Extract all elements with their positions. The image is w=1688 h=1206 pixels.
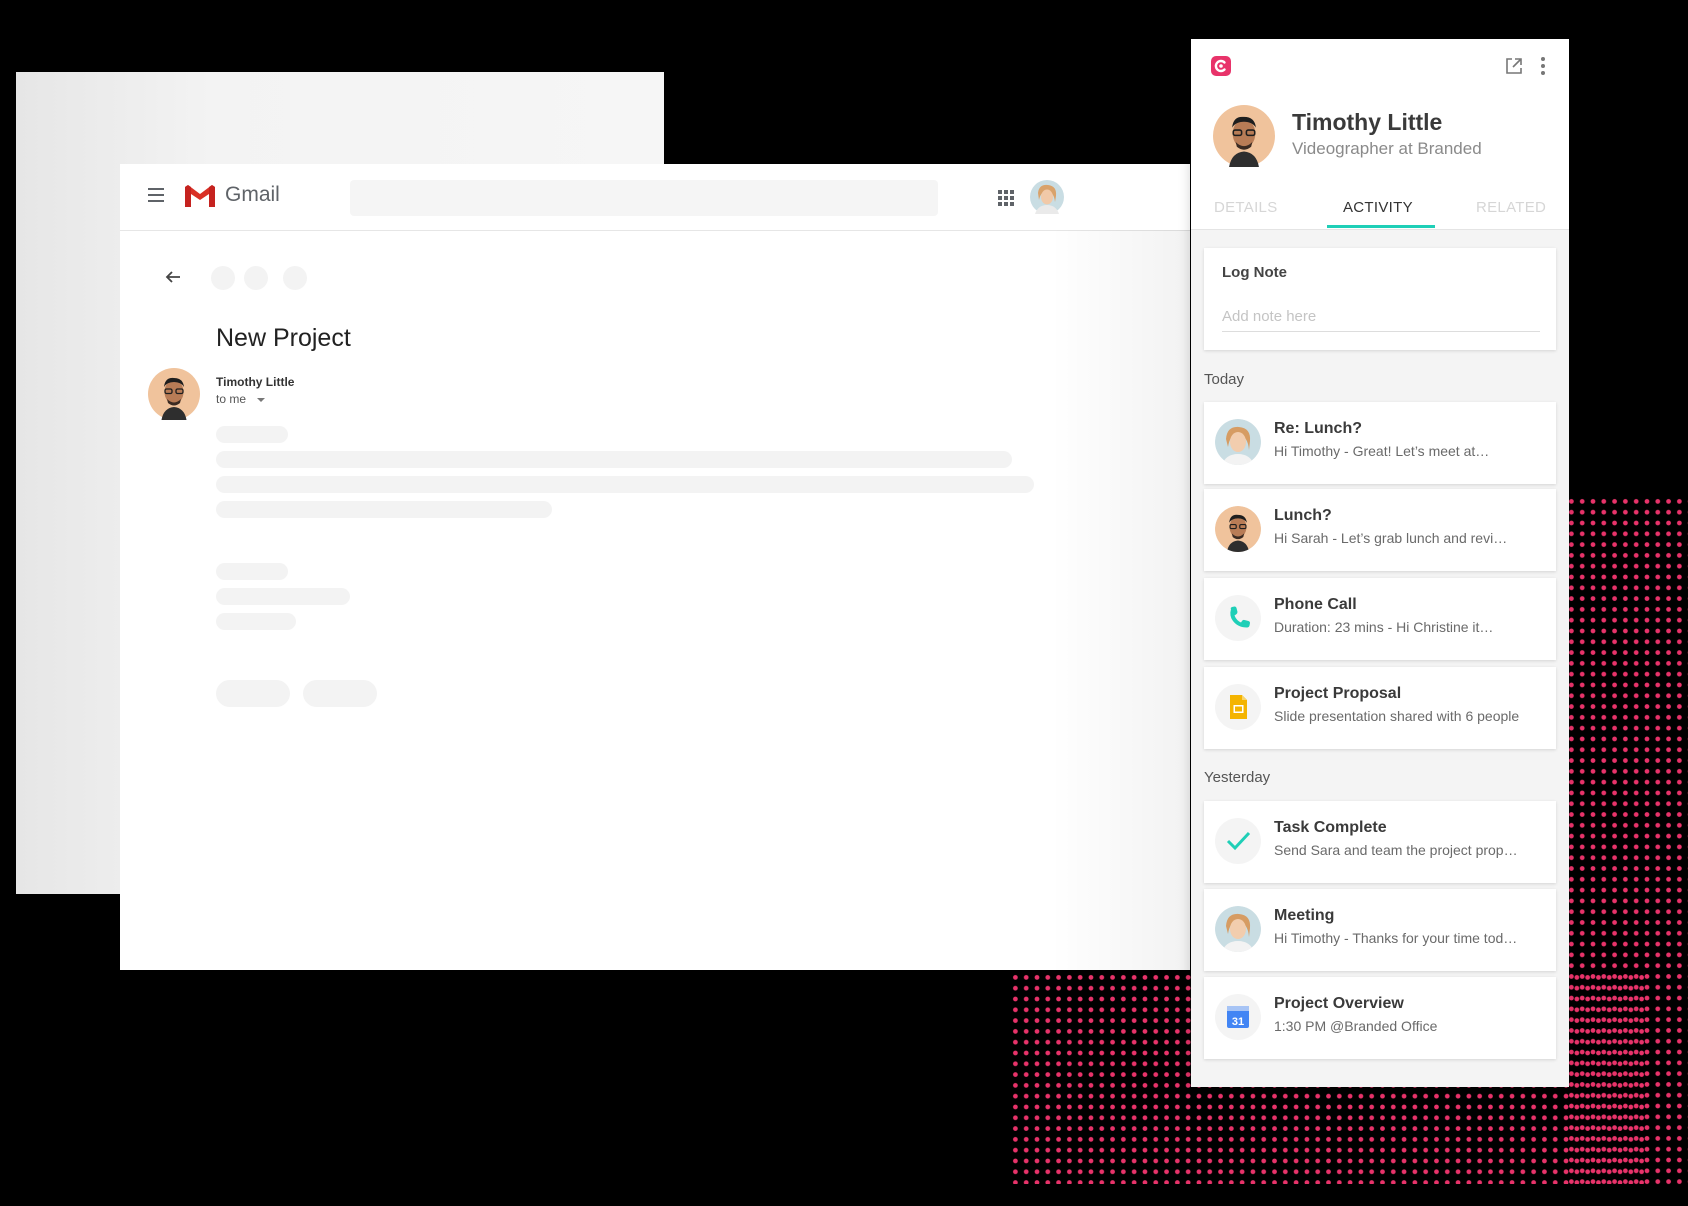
back-arrow-icon[interactable] <box>164 268 182 286</box>
recipient-details-caret-icon[interactable] <box>257 398 265 402</box>
activity-title: Task Complete <box>1274 819 1387 836</box>
active-tab-indicator <box>1327 225 1435 228</box>
activity-title: Project Overview <box>1274 995 1404 1012</box>
log-note-card: Log Note <box>1204 248 1556 350</box>
activity-subtitle: Slide presentation shared with 6 people <box>1274 708 1520 724</box>
body-placeholder-line <box>216 451 1012 468</box>
activity-item[interactable]: Re: Lunch? Hi Timothy - Great! Let’s mee… <box>1204 402 1556 484</box>
email-subject: New Project <box>216 324 351 352</box>
gmail-window: Gmail New Project Timothy Little to me <box>120 164 1190 970</box>
phone-icon <box>1215 595 1261 641</box>
activity-title: Lunch? <box>1274 507 1332 524</box>
section-yesterday-label: Yesterday <box>1204 769 1271 786</box>
activity-item[interactable]: 31 Project Overview 1:30 PM @Branded Off… <box>1204 977 1556 1059</box>
calendar-day-number: 31 <box>1232 1016 1244 1028</box>
account-avatar[interactable] <box>1030 180 1064 219</box>
activity-item[interactable]: Lunch? Hi Sarah - Let’s grab lunch and r… <box>1204 489 1556 571</box>
activity-subtitle: 1:30 PM @Branded Office <box>1274 1018 1438 1034</box>
woman-avatar <box>1215 419 1261 465</box>
tab-details[interactable]: DETAILS <box>1214 199 1278 216</box>
menu-icon[interactable] <box>148 188 164 202</box>
contact-title: Videographer at Branded <box>1292 139 1482 158</box>
activity-item[interactable]: Project Proposal Slide presentation shar… <box>1204 667 1556 749</box>
toolbar-button-placeholder[interactable] <box>211 266 235 290</box>
reply-button-placeholder[interactable] <box>216 680 290 707</box>
panel-header: Timothy Little Videographer at Branded D… <box>1191 39 1569 230</box>
activity-title: Re: Lunch? <box>1274 420 1362 437</box>
apps-grid-icon[interactable] <box>998 190 1014 206</box>
activity-subtitle: Send Sara and team the project prop… <box>1274 842 1518 858</box>
activity-title: Phone Call <box>1274 596 1357 613</box>
tab-activity[interactable]: ACTIVITY <box>1343 199 1413 216</box>
gmail-logo-icon <box>184 184 216 208</box>
activity-title: Project Proposal <box>1274 685 1402 702</box>
forward-button-placeholder[interactable] <box>303 680 377 707</box>
log-note-input[interactable] <box>1222 306 1540 332</box>
slides-icon <box>1215 684 1261 730</box>
brand-logo-icon <box>1211 56 1231 76</box>
body-placeholder-line <box>216 501 552 518</box>
gmail-wordmark: Gmail <box>225 183 280 206</box>
search-input[interactable] <box>350 180 938 216</box>
dot-pattern-decoration-right <box>1566 496 1688 1186</box>
man-avatar <box>1215 506 1261 552</box>
sender-avatar <box>148 368 200 425</box>
more-vert-icon[interactable] <box>1541 57 1545 78</box>
woman-avatar <box>1215 906 1261 952</box>
section-today-label: Today <box>1204 371 1245 388</box>
tab-related[interactable]: RELATED <box>1476 199 1546 216</box>
log-note-label: Log Note <box>1222 264 1287 281</box>
open-in-new-icon[interactable] <box>1505 57 1523 75</box>
toolbar-button-placeholder[interactable] <box>283 266 307 290</box>
activity-subtitle: Hi Timothy - Great! Let’s meet at… <box>1274 443 1490 459</box>
body-placeholder-line <box>216 588 350 605</box>
toolbar-button-placeholder[interactable] <box>244 266 268 290</box>
sender-name: Timothy Little <box>216 375 295 389</box>
activity-subtitle: Duration: 23 mins - Hi Christine it… <box>1274 619 1494 635</box>
window-shadow <box>1050 230 1190 970</box>
body-placeholder-line <box>216 476 1034 493</box>
body-placeholder-line <box>216 426 288 443</box>
activity-item[interactable]: Meeting Hi Timothy - Thanks for your tim… <box>1204 889 1556 971</box>
activity-subtitle: Hi Sarah - Let’s grab lunch and revi… <box>1274 530 1508 546</box>
check-icon <box>1215 818 1261 864</box>
recipient-label: to me <box>216 392 247 406</box>
activity-title: Meeting <box>1274 907 1335 924</box>
gmail-header: Gmail <box>120 164 1190 231</box>
contact-name: Timothy Little <box>1292 109 1443 135</box>
body-placeholder-line <box>216 563 288 580</box>
body-placeholder-line <box>216 613 296 630</box>
crm-sidebar-panel: Timothy Little Videographer at Branded D… <box>1191 39 1569 1087</box>
activity-subtitle: Hi Timothy - Thanks for your time tod… <box>1274 930 1518 946</box>
activity-item[interactable]: Phone Call Duration: 23 mins - Hi Christ… <box>1204 578 1556 660</box>
profile-avatar <box>1213 105 1275 172</box>
activity-item[interactable]: Task Complete Send Sara and team the pro… <box>1204 801 1556 883</box>
calendar-icon: 31 <box>1215 994 1261 1040</box>
